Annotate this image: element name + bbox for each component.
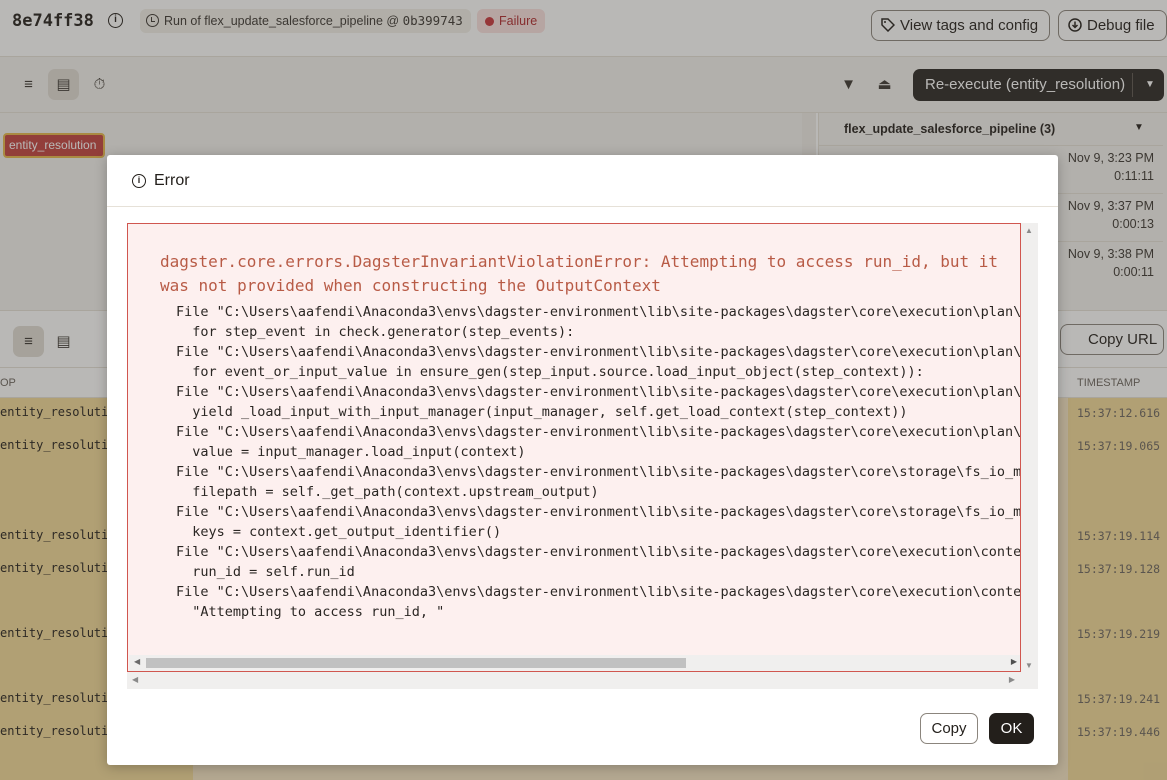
error-panel: dagster.core.errors.DagsterInvariantViol… [127,223,1021,672]
dialog-title: Error [154,172,190,189]
dialog-header: i Error [107,155,1058,207]
scroll-right-icon[interactable]: ▶ [1011,657,1017,666]
stack-frame-code: run_id = self.run_id [176,564,355,580]
stack-frame-code: "Attempting to access run_id, " [176,604,445,620]
error-message: dagster.core.errors.DagsterInvariantViol… [160,252,1008,295]
stack-frame-file: File "C:\Users\aafendi\Anaconda3\envs\da… [176,384,1021,400]
info-icon: i [132,174,146,188]
vertical-scrollbar[interactable]: ▲ ▼ [1021,223,1038,672]
scroll-left-icon[interactable]: ◀ [134,657,140,666]
outer-horizontal-scrollbar[interactable]: ◀ ▶ [127,672,1038,689]
error-scroll-container: dagster.core.errors.DagsterInvariantViol… [127,223,1038,689]
scroll-down-icon[interactable]: ▼ [1025,661,1033,670]
scroll-up-icon[interactable]: ▲ [1025,226,1033,235]
stack-frame-code: for step_event in check.generator(step_e… [176,324,575,340]
stack-frame-code: value = input_manager.load_input(context… [176,444,526,460]
stack-frame-file: File "C:\Users\aafendi\Anaconda3\envs\da… [176,504,1021,520]
stack-frame-code: for event_or_input_value in ensure_gen(s… [176,364,924,380]
horizontal-scrollbar[interactable]: ◀ ▶ [129,655,1020,671]
stack-frame-file: File "C:\Users\aafendi\Anaconda3\envs\da… [176,544,1021,560]
stack-frame-code: yield _load_input_with_input_manager(inp… [176,404,908,420]
stack-trace: File "C:\Users\aafendi\Anaconda3\envs\da… [176,302,1021,622]
scroll-left-icon[interactable]: ◀ [132,675,138,684]
scroll-right-icon[interactable]: ▶ [1009,675,1015,684]
scrollbar-thumb[interactable] [146,658,686,668]
error-dialog: i Error dagster.core.errors.DagsterInvar… [107,155,1058,765]
ok-button[interactable]: OK [989,713,1034,744]
stack-frame-code: filepath = self._get_path(context.upstre… [176,484,599,500]
copy-button[interactable]: Copy [920,713,978,744]
stack-frame-file: File "C:\Users\aafendi\Anaconda3\envs\da… [176,344,1021,360]
stack-frame-file: File "C:\Users\aafendi\Anaconda3\envs\da… [176,424,1021,440]
stack-frame-code: keys = context.get_output_identifier() [176,524,502,540]
stack-frame-file: File "C:\Users\aafendi\Anaconda3\envs\da… [176,304,1021,320]
stack-frame-file: File "C:\Users\aafendi\Anaconda3\envs\da… [176,584,1021,600]
stack-frame-file: File "C:\Users\aafendi\Anaconda3\envs\da… [176,464,1021,480]
